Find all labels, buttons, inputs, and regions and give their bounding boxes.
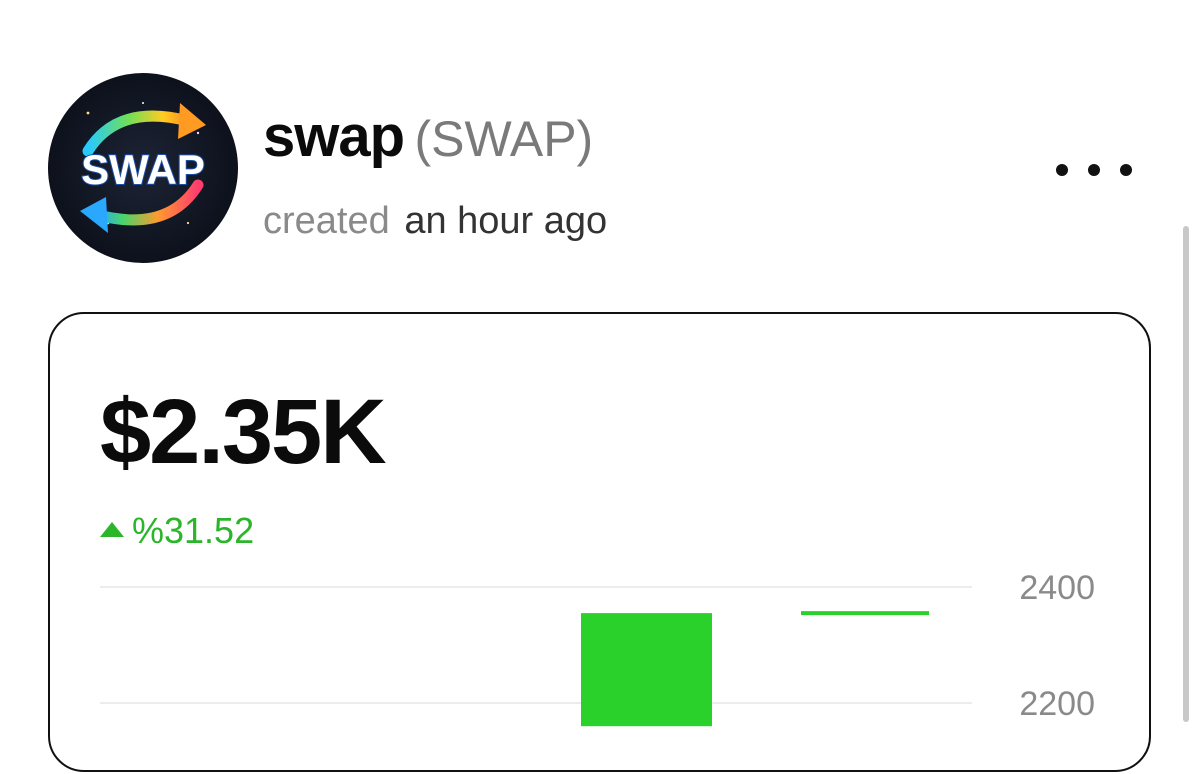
chart-bar (581, 613, 712, 727)
token-avatar: SWAP (48, 73, 238, 263)
token-ticker: (SWAP) (414, 111, 594, 167)
created-label: created (263, 200, 390, 242)
y-tick-label: 2200 (1019, 685, 1095, 723)
more-horizontal-icon (1088, 164, 1100, 176)
swap-logo-icon: SWAP (48, 73, 238, 263)
more-horizontal-icon (1120, 164, 1132, 176)
avatar-text: SWAP (81, 146, 205, 193)
created-info: created an hour ago (263, 200, 607, 243)
token-title: swap (SWAP) (263, 103, 593, 170)
scrollbar[interactable] (1183, 226, 1189, 722)
more-options-button[interactable] (1052, 150, 1136, 190)
created-time: an hour ago (404, 200, 608, 242)
price-card: $2.35K %31.52 2400 2200 (48, 312, 1151, 772)
token-name: swap (263, 104, 405, 169)
y-tick-label: 2400 (1019, 569, 1095, 607)
price-chart: 2400 2200 (100, 569, 1095, 727)
more-horizontal-icon (1056, 164, 1068, 176)
